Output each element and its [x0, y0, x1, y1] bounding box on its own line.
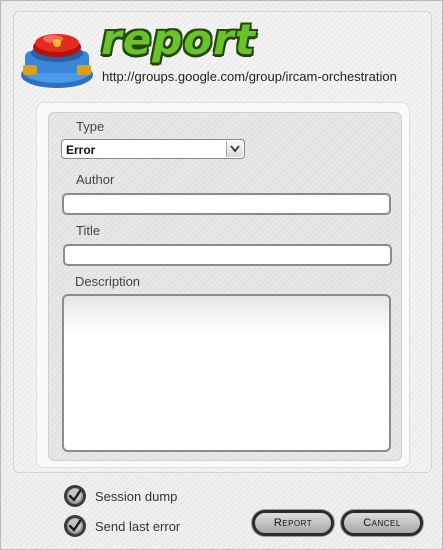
group-url: http://groups.google.com/group/ircam-orc…: [102, 69, 397, 84]
author-label: Author: [76, 172, 115, 187]
checkbox-checked-icon[interactable]: [63, 484, 87, 508]
type-label: Type: [76, 119, 105, 134]
title-label: Title: [76, 223, 101, 238]
session-dump-label: Session dump: [95, 489, 178, 504]
author-field[interactable]: [62, 193, 391, 215]
cancel-button[interactable]: Cancel: [341, 510, 423, 536]
description-label: Description: [75, 274, 141, 289]
checkbox-checked-icon[interactable]: [63, 514, 87, 538]
report-logo-title: report: [101, 15, 256, 64]
report-button[interactable]: Report: [252, 510, 334, 536]
type-select-value: Error: [66, 143, 96, 157]
red-button-app-icon: [21, 34, 93, 88]
description-field[interactable]: [62, 294, 391, 452]
send-last-error-label: Send last error: [95, 519, 181, 534]
chevron-down-icon[interactable]: [226, 141, 243, 157]
type-select[interactable]: Error: [61, 139, 245, 159]
report-window: report http://groups.google.com/group/ir…: [0, 0, 443, 550]
title-field[interactable]: [63, 244, 392, 266]
